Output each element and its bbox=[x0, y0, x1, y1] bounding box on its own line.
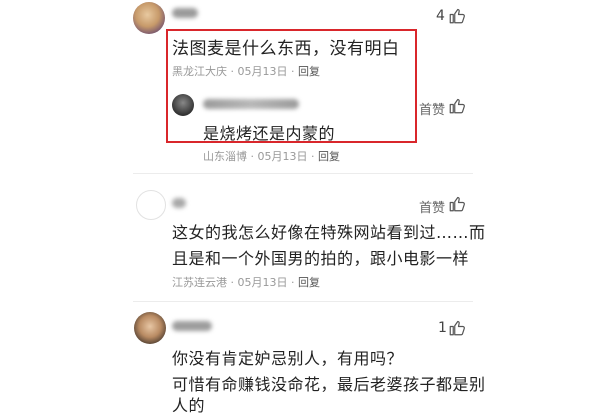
avatar[interactable] bbox=[134, 312, 166, 344]
comment-date: 05月13日 bbox=[237, 65, 288, 78]
thumbs-up-icon[interactable] bbox=[448, 195, 466, 213]
thumbs-up-icon[interactable] bbox=[448, 7, 466, 25]
username-blurred[interactable] bbox=[172, 198, 186, 208]
like-count: 4 bbox=[436, 8, 445, 24]
reply-avatar[interactable] bbox=[172, 94, 194, 116]
reply-date: 05月13日 bbox=[257, 150, 308, 163]
comment-text-line: 这女的我怎么好像在特殊网站看到过……而 bbox=[172, 223, 486, 242]
meta-separator: · bbox=[230, 276, 235, 289]
reply-username-blurred[interactable] bbox=[203, 99, 299, 109]
comment-location: 江苏连云港 bbox=[172, 276, 227, 289]
meta-separator: · bbox=[311, 150, 315, 163]
reply-button[interactable]: 回复 bbox=[318, 150, 340, 163]
reply-location: 山东淄博 bbox=[203, 150, 247, 163]
username-blurred[interactable] bbox=[172, 8, 198, 18]
comment-text-line: 你没有肯定妒忌别人，有用吗？ bbox=[172, 349, 404, 368]
comment-text: 法图麦是什么东西，没有明白 bbox=[172, 39, 400, 59]
thumbs-up-icon[interactable] bbox=[448, 97, 466, 115]
comment-text-line: 人的 bbox=[172, 396, 206, 415]
username-blurred[interactable] bbox=[172, 321, 212, 331]
reply-button[interactable]: 回复 bbox=[298, 65, 320, 78]
thumbs-up-icon[interactable] bbox=[448, 319, 466, 337]
comment-location: 黑龙江大庆 bbox=[172, 65, 227, 78]
reply-like-label: 首赞 bbox=[419, 103, 446, 118]
like-label: 首赞 bbox=[419, 201, 446, 216]
avatar[interactable] bbox=[136, 190, 166, 220]
meta-separator: · bbox=[291, 65, 295, 78]
reply-meta: 山东淄博 · 05月13日 · 回复 bbox=[203, 148, 340, 164]
comment-date: 05月13日 bbox=[237, 276, 288, 289]
comment-divider bbox=[133, 301, 473, 302]
comment-text-line: 且是和一个外国男的拍的，跟小电影一样 bbox=[172, 249, 470, 268]
comment-meta: 黑龙江大庆 · 05月13日 · 回复 bbox=[172, 63, 320, 79]
meta-separator: · bbox=[291, 276, 295, 289]
meta-separator: · bbox=[250, 150, 255, 163]
comment-meta: 江苏连云港 · 05月13日 · 回复 bbox=[172, 274, 320, 290]
comment-divider bbox=[133, 173, 473, 174]
reply-text: 是烧烤还是内蒙的 bbox=[203, 124, 336, 143]
avatar[interactable] bbox=[133, 2, 165, 34]
reply-button[interactable]: 回复 bbox=[298, 276, 320, 289]
meta-separator: · bbox=[230, 65, 235, 78]
like-count: 1 bbox=[438, 320, 447, 336]
comment-text-line: 可惜有命赚钱没命花，最后老婆孩子都是别 bbox=[172, 375, 486, 394]
